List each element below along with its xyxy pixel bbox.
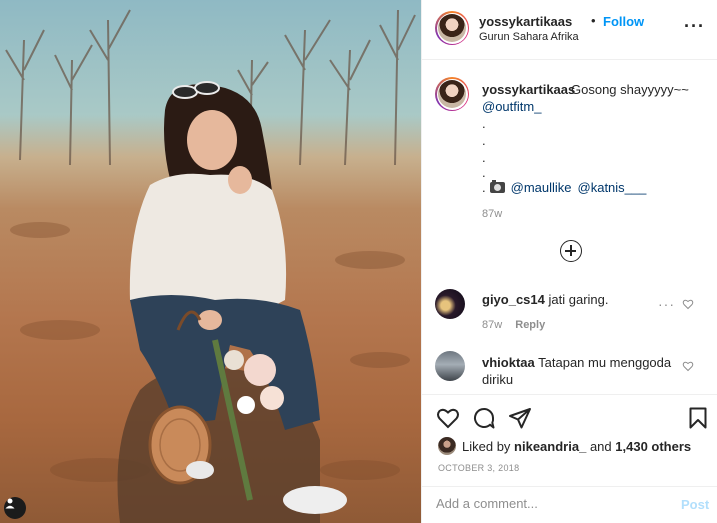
add-comment-bar: Post bbox=[422, 486, 717, 523]
post-panel: yossykartikaas • Follow Gurun Sahara Afr… bbox=[421, 0, 717, 523]
face bbox=[187, 110, 237, 170]
caption-credits: . @maullike @katnis___ bbox=[482, 180, 646, 195]
comment-more-icon[interactable]: ··· bbox=[658, 296, 675, 312]
caption-dot: . bbox=[482, 116, 486, 131]
user-silhouette-icon[interactable] bbox=[4, 497, 26, 519]
reply-button[interactable]: Reply bbox=[515, 319, 545, 331]
likes-count[interactable]: 1,430 others bbox=[615, 439, 691, 454]
heart-icon[interactable] bbox=[682, 360, 694, 372]
comment-username[interactable]: vhioktaa bbox=[482, 355, 535, 370]
hand-face bbox=[228, 166, 252, 194]
comment-meta: 87w Reply bbox=[482, 319, 545, 331]
comment-row: vhioktaa Tatapan mu menggoda diriku bbox=[482, 354, 672, 388]
comment-username[interactable]: giyo_cs14 bbox=[482, 292, 545, 307]
action-bar: Liked by nikeandria_ and 1,430 others OC… bbox=[422, 394, 717, 486]
liker-avatar[interactable] bbox=[438, 437, 456, 455]
caption-timestamp[interactable]: 87w bbox=[482, 208, 502, 220]
likes-and: and bbox=[589, 438, 612, 454]
likes-prefix: Liked by bbox=[462, 438, 511, 454]
post-photo[interactable] bbox=[0, 0, 421, 523]
separator-dot: • bbox=[591, 13, 596, 28]
caption-dot: . bbox=[482, 150, 486, 165]
caption-text: Gosong shayyyyy~~ bbox=[571, 82, 689, 97]
comment-avatar[interactable] bbox=[435, 289, 465, 319]
caption-dot: . bbox=[482, 165, 486, 180]
liker-username[interactable]: nikeandria_ bbox=[514, 439, 586, 454]
location-link[interactable]: Gurun Sahara Afrika bbox=[479, 31, 579, 43]
caption-credits-prefix: . bbox=[482, 180, 486, 195]
comment-row: giyo_cs14 jati garing. bbox=[482, 292, 608, 307]
paper-plane-icon[interactable] bbox=[508, 406, 532, 430]
caption-mention[interactable]: @outfitm_ bbox=[482, 99, 541, 114]
post-header: yossykartikaas • Follow Gurun Sahara Afr… bbox=[422, 0, 717, 60]
sneaker bbox=[283, 486, 347, 514]
likes-summary: Liked by nikeandria_ and 1,430 others bbox=[438, 437, 691, 455]
post-date[interactable]: OCTOBER 3, 2018 bbox=[438, 463, 519, 473]
post-button[interactable]: Post bbox=[681, 497, 709, 512]
photo-scene bbox=[5, 9, 416, 523]
hand-lap bbox=[198, 310, 222, 330]
comment-input[interactable] bbox=[436, 496, 656, 511]
plus-circle-icon[interactable] bbox=[560, 240, 582, 262]
sneaker-left bbox=[186, 461, 214, 479]
follow-button[interactable]: Follow bbox=[603, 14, 644, 29]
comment-icon[interactable] bbox=[472, 406, 496, 430]
camera-icon bbox=[489, 180, 505, 193]
author-username[interactable]: yossykartikaas bbox=[479, 14, 572, 29]
heart-icon[interactable] bbox=[436, 406, 460, 430]
heart-icon[interactable] bbox=[682, 298, 694, 310]
credit-mention-1[interactable]: @maullike bbox=[511, 180, 572, 195]
comment-text: jati garing. bbox=[548, 292, 609, 307]
comment-timestamp[interactable]: 87w bbox=[482, 319, 502, 331]
more-horizontal-icon[interactable]: ··· bbox=[684, 16, 705, 37]
comments-section: yossykartikaas Gosong shayyyyy~~ @outfit… bbox=[422, 60, 717, 394]
comment-avatar[interactable] bbox=[435, 351, 465, 381]
bookmark-icon[interactable] bbox=[686, 406, 710, 430]
caption-avatar[interactable] bbox=[435, 77, 469, 111]
credit-mention-2[interactable]: @katnis___ bbox=[578, 180, 647, 195]
caption-username[interactable]: yossykartikaas bbox=[482, 82, 575, 97]
caption-dot: . bbox=[482, 133, 486, 148]
author-avatar[interactable] bbox=[435, 11, 469, 45]
